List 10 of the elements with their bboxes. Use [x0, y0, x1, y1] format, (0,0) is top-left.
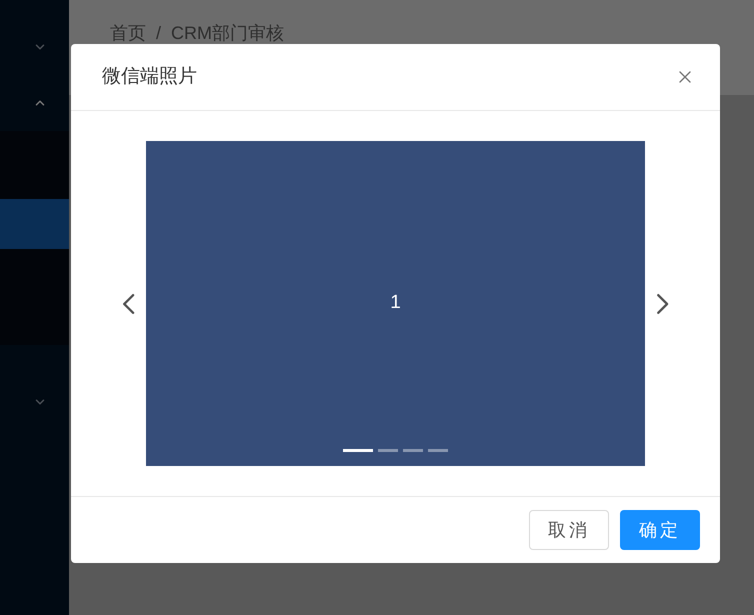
confirm-button[interactable]: 确定 — [620, 510, 700, 550]
slide-label: 1 — [390, 290, 401, 315]
breadcrumb-link[interactable]: 首页 — [110, 20, 146, 47]
modal-title: 微信端照片 — [102, 64, 197, 89]
breadcrumb-separator: / — [156, 22, 162, 45]
breadcrumb-link[interactable]: CRM部门审核 — [171, 20, 284, 47]
carousel-indicator[interactable] — [402, 449, 423, 452]
carousel-indicator[interactable] — [378, 449, 398, 452]
cancel-button[interactable]: 取消 — [529, 510, 609, 550]
carousel-indicator[interactable] — [428, 449, 448, 452]
